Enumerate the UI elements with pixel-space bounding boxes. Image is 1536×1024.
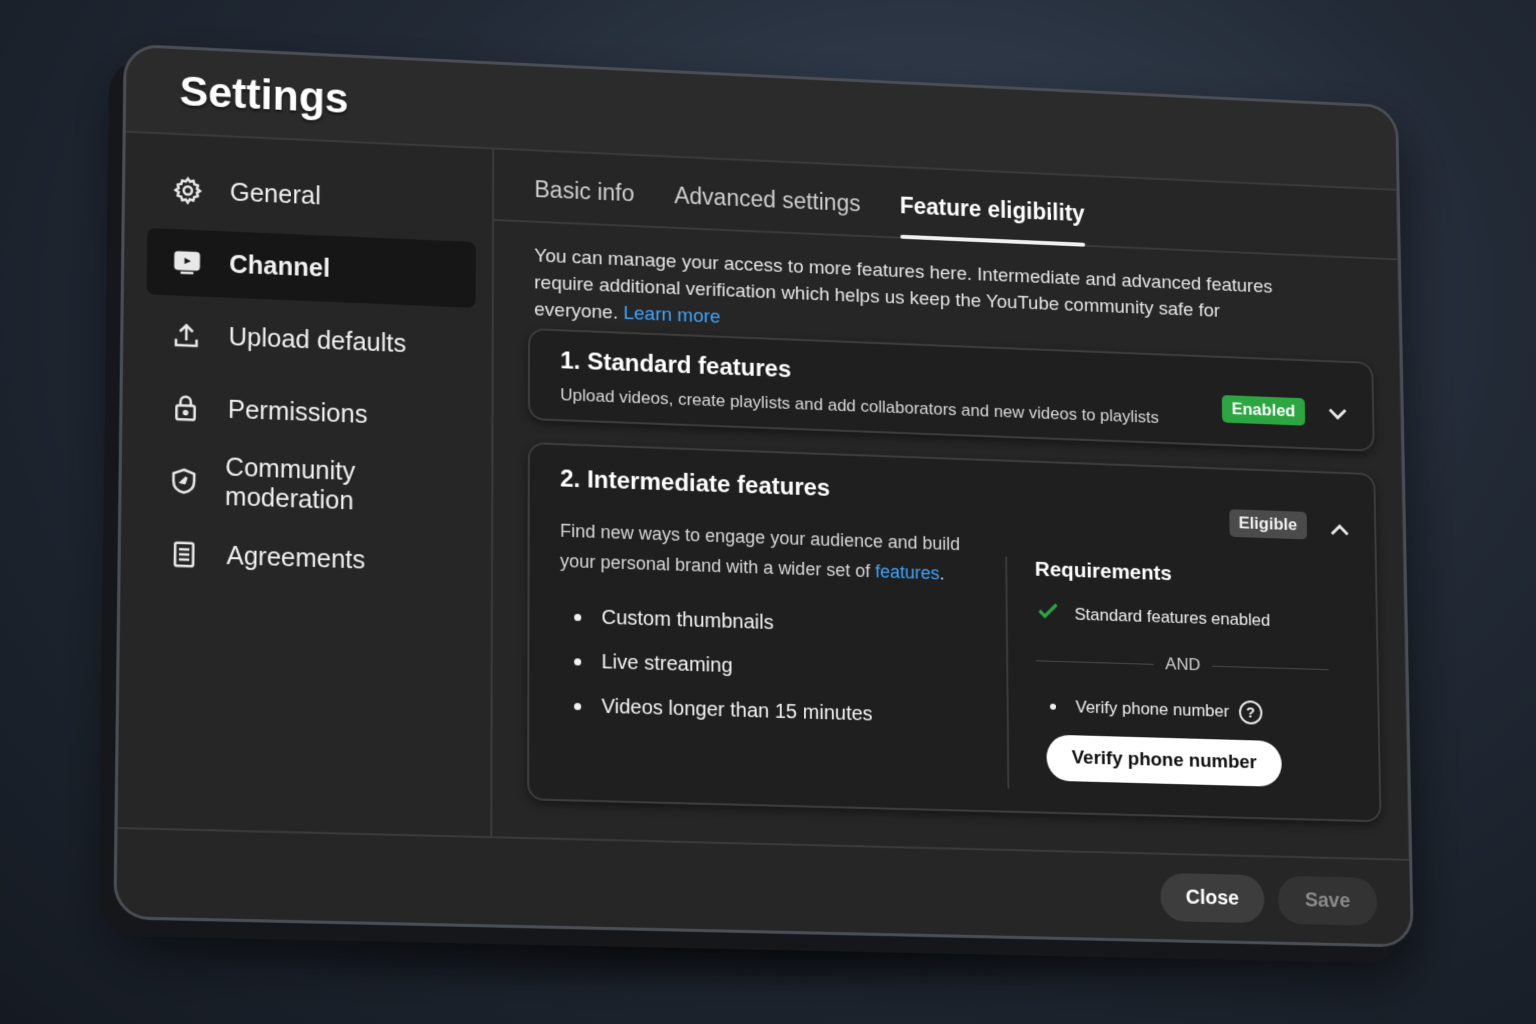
intermediate-features-card: 2. Intermediate features Eligible Find n… (527, 442, 1381, 822)
features-link[interactable]: features (875, 561, 940, 583)
list-item: Videos longer than 15 minutes (574, 684, 873, 737)
upload-icon (169, 318, 204, 354)
and-separator: AND (1036, 650, 1329, 679)
sidebar-item-label: Upload defaults (228, 322, 406, 358)
sidebar-item-label: General (230, 178, 321, 211)
sidebar-item-label: Permissions (228, 395, 368, 430)
feature-label: Videos longer than 15 minutes (601, 695, 872, 726)
sidebar-item-general[interactable]: General (147, 156, 476, 236)
sidebar-item-label: Community moderation (225, 453, 475, 520)
chevron-up-icon[interactable] (1326, 517, 1353, 545)
settings-dialog: Settings General Channel Upload defaults (113, 44, 1413, 948)
channel-icon (169, 245, 204, 281)
sidebar-item-channel[interactable]: Channel (147, 228, 476, 308)
scene: Settings General Channel Upload defaults (0, 0, 1536, 1024)
gear-icon (170, 173, 205, 209)
standard-features-description: Upload videos, create playlists and add … (560, 385, 1159, 428)
save-button[interactable]: Save (1278, 876, 1378, 926)
requirement-pending-label: Verify phone number (1075, 697, 1229, 721)
sidebar-item-label: Channel (229, 250, 330, 283)
feature-label: Live streaming (601, 651, 732, 678)
learn-more-link[interactable]: Learn more (623, 303, 720, 328)
requirements-title: Requirements (1035, 558, 1328, 592)
dialog-title: Settings (179, 67, 348, 123)
sidebar-item-label: Agreements (226, 541, 365, 575)
requirement-met-label: Standard features enabled (1074, 604, 1270, 630)
document-icon (166, 537, 202, 573)
and-label: AND (1153, 654, 1212, 676)
eligible-badge: Eligible (1229, 509, 1307, 539)
description-end: . (939, 563, 944, 583)
help-icon[interactable]: ? (1239, 700, 1263, 725)
close-button[interactable]: Close (1160, 873, 1265, 924)
separator-line (1212, 665, 1329, 670)
bullet (574, 658, 581, 665)
sidebar-item-permissions[interactable]: Permissions (145, 373, 475, 452)
standard-features-title: 1. Standard features (560, 347, 791, 384)
intermediate-features-title: 2. Intermediate features (560, 465, 830, 503)
tab-basic-info[interactable]: Basic info (534, 176, 634, 225)
bullet (574, 613, 581, 620)
requirements-panel: Requirements Standard features enabled A… (1035, 558, 1331, 788)
feature-list: Custom thumbnails Live streaming Videos … (574, 595, 873, 737)
feature-label: Custom thumbnails (601, 606, 773, 635)
requirements-divider (1005, 557, 1009, 789)
sidebar-item-agreements[interactable]: Agreements (143, 519, 475, 597)
bullet (1050, 704, 1056, 710)
sidebar: General Channel Upload defaults Permissi… (118, 133, 495, 837)
separator-line (1036, 660, 1154, 665)
chevron-down-icon[interactable] (1324, 399, 1351, 427)
shield-icon (167, 463, 201, 499)
enabled-badge: Enabled (1222, 395, 1306, 426)
lock-icon (168, 390, 203, 426)
tab-advanced-settings[interactable]: Advanced settings (674, 182, 860, 235)
tab-feature-eligibility[interactable]: Feature eligibility (900, 193, 1085, 245)
sidebar-item-upload-defaults[interactable]: Upload defaults (146, 300, 476, 379)
main-panel: Basic info Advanced settings Feature eli… (492, 150, 1409, 859)
sidebar-item-community-moderation[interactable]: Community moderation (144, 446, 475, 524)
requirement-pending: Verify phone number ? (1050, 695, 1330, 727)
verify-phone-button[interactable]: Verify phone number (1046, 735, 1282, 787)
bullet (574, 702, 581, 709)
requirement-met: Standard features enabled (1035, 598, 1328, 638)
check-icon (1035, 598, 1075, 630)
intermediate-features-description: Find new ways to engage your audience an… (560, 516, 970, 590)
